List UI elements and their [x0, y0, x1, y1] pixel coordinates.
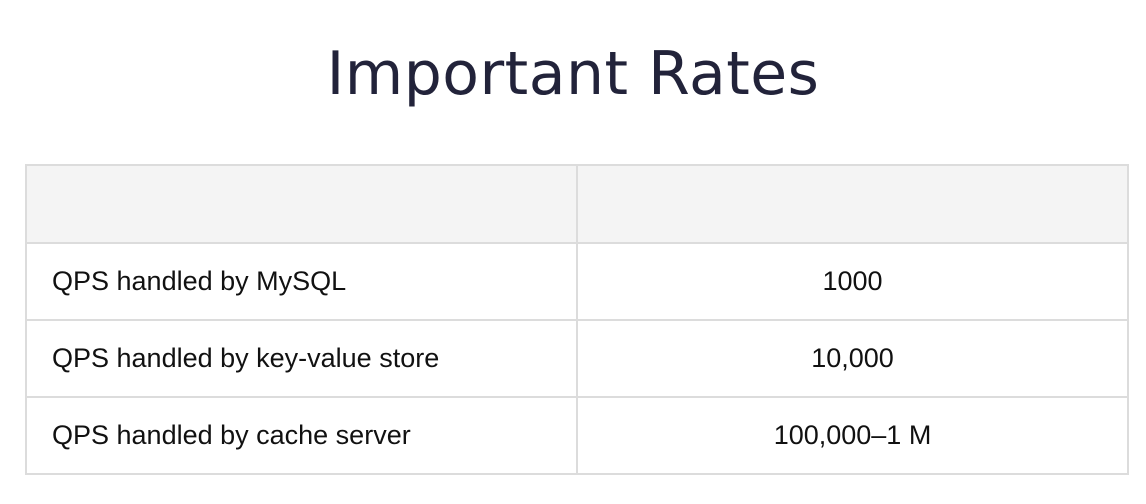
table-header-row: [25, 164, 1129, 244]
rates-table: QPS handled by MySQL 1000 QPS handled by…: [25, 164, 1129, 475]
table-body: QPS handled by MySQL 1000 QPS handled by…: [25, 242, 1129, 475]
table-cell-value: 10,000: [576, 319, 1129, 398]
table-header-cell-1: [25, 164, 578, 244]
table-cell-value: 1000: [576, 242, 1129, 321]
page-title: Important Rates: [326, 39, 820, 109]
table-cell-metric: QPS handled by cache server: [25, 396, 578, 475]
table-row: QPS handled by cache server 100,000–1 M: [25, 396, 1129, 475]
table-row: QPS handled by MySQL 1000: [25, 242, 1129, 321]
table-cell-metric: QPS handled by key-value store: [25, 319, 578, 398]
table-header-cell-2: [576, 164, 1129, 244]
table-header: [25, 164, 1129, 244]
table-cell-metric: QPS handled by MySQL: [25, 242, 578, 321]
table-cell-value: 100,000–1 M: [576, 396, 1129, 475]
table-row: QPS handled by key-value store 10,000: [25, 319, 1129, 398]
